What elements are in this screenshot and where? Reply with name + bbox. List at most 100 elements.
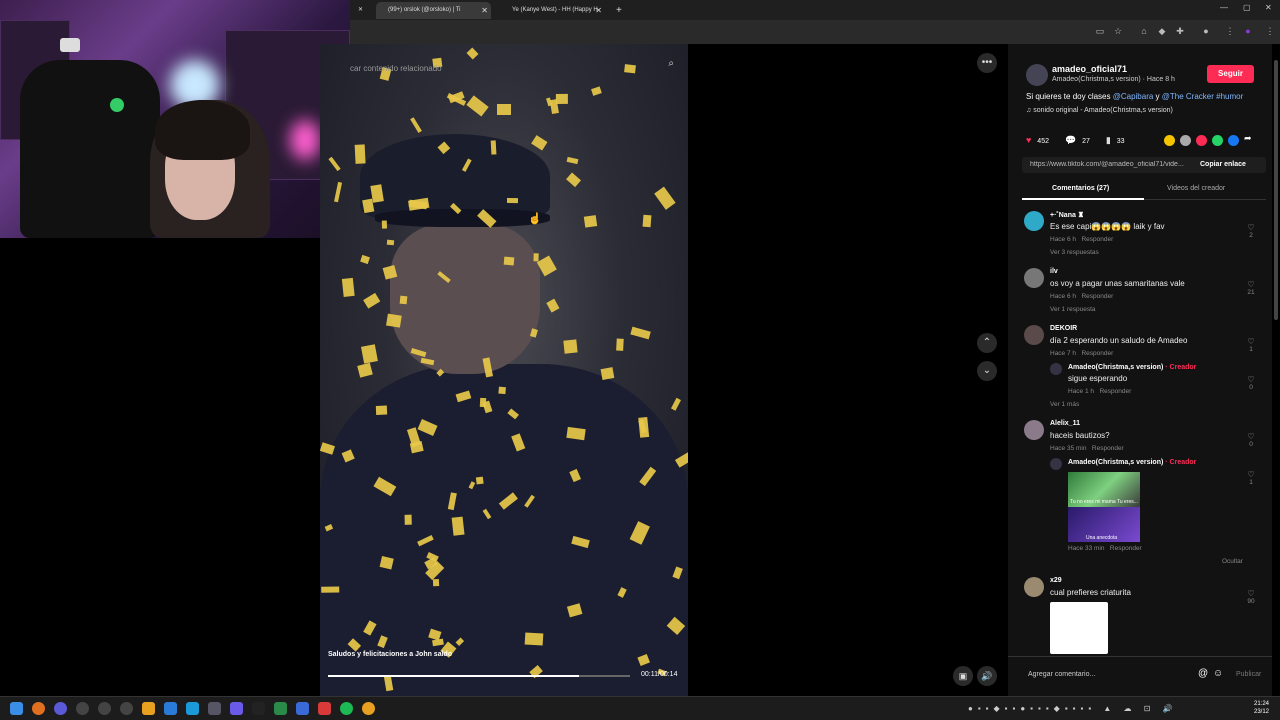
hide-replies-button[interactable]: Ocultar: [1222, 558, 1243, 565]
cast-icon[interactable]: ▭: [1094, 25, 1106, 37]
app-icon[interactable]: [274, 702, 287, 715]
system-tray-icons[interactable]: ●▪▪◆▪▪●▪▪▪◆▪▪▪▪ ▲ ☁ ⊡ 🔊: [968, 704, 1178, 713]
volume-icon[interactable]: 🔊: [977, 666, 997, 686]
hashtag-link[interactable]: #humor: [1214, 92, 1243, 101]
reply-username[interactable]: Amadeo(Christma,s version): [1068, 364, 1163, 371]
maximize-icon[interactable]: ▢: [1243, 3, 1251, 12]
close-icon[interactable]: ✕: [481, 2, 488, 19]
view-replies-button[interactable]: Ver 3 respuestas: [1050, 249, 1099, 256]
publish-button[interactable]: Publicar: [1236, 671, 1261, 678]
comment-like[interactable]: ♡ 0: [1244, 432, 1258, 448]
comment-user[interactable]: DEKOIR: [1050, 325, 1077, 332]
app-icon[interactable]: [164, 702, 177, 715]
extension-icon[interactable]: ⌂: [1138, 25, 1150, 37]
app-icon[interactable]: [76, 702, 89, 715]
discord-icon[interactable]: [230, 702, 243, 715]
puzzle-icon[interactable]: ✚: [1174, 25, 1186, 37]
reply-meme-image[interactable]: Tu no eres mi mama Tu eres... Una anecdo…: [1068, 472, 1140, 542]
minimize-icon[interactable]: —: [1220, 3, 1228, 12]
app-icon[interactable]: [142, 702, 155, 715]
embed-icon[interactable]: [1164, 135, 1175, 146]
sound-row[interactable]: ♫ sonido original - Amadeo(Christma,s ve…: [1026, 107, 1173, 114]
heart-outline-icon[interactable]: ♡: [1244, 337, 1258, 346]
tab-tiktok[interactable]: (99+) orslok (@orsloko) | Ti ✕: [376, 2, 491, 19]
avatar[interactable]: [1024, 211, 1044, 231]
chevron-up-icon[interactable]: ⌃: [977, 333, 997, 353]
avatar[interactable]: [1024, 268, 1044, 288]
comment-user[interactable]: +·˚Nana ♜: [1050, 211, 1084, 219]
chevron-down-icon[interactable]: ⌄: [977, 361, 997, 381]
video-player[interactable]: [320, 44, 688, 696]
whatsapp-icon[interactable]: [1212, 135, 1223, 146]
heart-outline-icon[interactable]: ♡: [1244, 375, 1258, 384]
app-icon[interactable]: [54, 702, 67, 715]
comment-like[interactable]: ♡ 1: [1244, 337, 1258, 353]
avatar[interactable]: [1024, 420, 1044, 440]
friends-icon[interactable]: [1180, 135, 1191, 146]
copy-link-button[interactable]: Copiar enlace: [1200, 161, 1246, 168]
star-icon[interactable]: ☆: [1112, 25, 1124, 37]
reply-like[interactable]: ♡ 1: [1244, 470, 1258, 486]
heart-outline-icon[interactable]: ♡: [1244, 432, 1258, 441]
app-icon[interactable]: [208, 702, 221, 715]
heart-icon[interactable]: ♥: [1026, 135, 1031, 145]
send-icon[interactable]: [1196, 135, 1207, 146]
extension-icon[interactable]: ◆: [1156, 25, 1168, 37]
comment-like[interactable]: ♡ 2: [1244, 223, 1258, 239]
reply-button[interactable]: Responder: [1081, 350, 1113, 357]
close-window-icon[interactable]: ✕: [1265, 3, 1272, 12]
creator-username[interactable]: amadeo_oficial71: [1052, 64, 1127, 74]
app-icon[interactable]: [120, 702, 133, 715]
tab-creator-videos[interactable]: Videos del creador: [1167, 185, 1225, 192]
mention-icon[interactable]: @: [1198, 668, 1208, 679]
avatar[interactable]: [1050, 458, 1062, 470]
tab-comments[interactable]: Comentarios (27): [1052, 185, 1109, 192]
view-more-button[interactable]: Ver 1 más: [1050, 401, 1079, 408]
app-icon[interactable]: [318, 702, 331, 715]
search-icon[interactable]: [32, 702, 45, 715]
comment-icon[interactable]: 💬: [1065, 135, 1076, 145]
avatar[interactable]: [1024, 325, 1044, 345]
heart-outline-icon[interactable]: ♡: [1244, 280, 1258, 289]
reply-user[interactable]: Amadeo(Christma,s version) · Creador: [1068, 364, 1196, 371]
comment-like[interactable]: ♡ 90: [1244, 589, 1258, 605]
close-icon[interactable]: ✕: [595, 2, 602, 19]
related-search-bar[interactable]: car contenido relacionado ⌕: [350, 58, 680, 73]
video-progress-bar[interactable]: [328, 675, 630, 677]
reply-button[interactable]: Responder: [1081, 236, 1113, 243]
menu-icon[interactable]: ⋮: [1224, 25, 1236, 37]
follow-button[interactable]: Seguir: [1207, 65, 1254, 83]
reply-button[interactable]: Responder: [1081, 293, 1113, 300]
mention-link[interactable]: @Capibara: [1113, 92, 1154, 101]
search-input[interactable]: car contenido relacionado: [350, 64, 442, 73]
comment-like[interactable]: ♡ 21: [1244, 280, 1258, 296]
more-options-icon[interactable]: •••: [977, 53, 997, 73]
share-arrow-icon[interactable]: ➦: [1244, 133, 1252, 144]
reply-button[interactable]: Responder: [1099, 388, 1131, 395]
heart-outline-icon[interactable]: ♡: [1244, 470, 1258, 479]
more-icon[interactable]: ⋮: [1264, 25, 1276, 37]
avatar[interactable]: [1050, 363, 1062, 375]
app-icon[interactable]: [296, 702, 309, 715]
app-icon[interactable]: [98, 702, 111, 715]
clock[interactable]: 21:24 23/12: [1254, 700, 1269, 716]
bookmark-icon[interactable]: ▮: [1106, 135, 1111, 145]
avatar[interactable]: [1024, 577, 1044, 597]
reply-button[interactable]: Responder: [1092, 445, 1124, 452]
heart-outline-icon[interactable]: ♡: [1244, 589, 1258, 598]
comment-user[interactable]: Alelix_11: [1050, 420, 1080, 427]
reply-user[interactable]: Amadeo(Christma,s version) · Creador: [1068, 459, 1196, 466]
close-tab-icon[interactable]: ✕: [358, 2, 370, 19]
sound-name[interactable]: sonido original - Amadeo(Christma,s vers…: [1033, 107, 1173, 114]
spotify-icon[interactable]: [340, 702, 353, 715]
reply-username[interactable]: Amadeo(Christma,s version): [1068, 459, 1163, 466]
steam-icon[interactable]: [186, 702, 199, 715]
creator-avatar[interactable]: [1026, 64, 1048, 86]
reply-button[interactable]: Responder: [1110, 545, 1142, 552]
start-icon[interactable]: [10, 702, 23, 715]
floating-player-icon[interactable]: ▣: [953, 666, 973, 686]
post-url[interactable]: https://www.tiktok.com/@amadeo_oficial71…: [1030, 161, 1188, 168]
chrome-icon[interactable]: [362, 702, 375, 715]
profile-icon[interactable]: ●: [1200, 25, 1212, 37]
comment-user[interactable]: ilv: [1050, 268, 1058, 275]
